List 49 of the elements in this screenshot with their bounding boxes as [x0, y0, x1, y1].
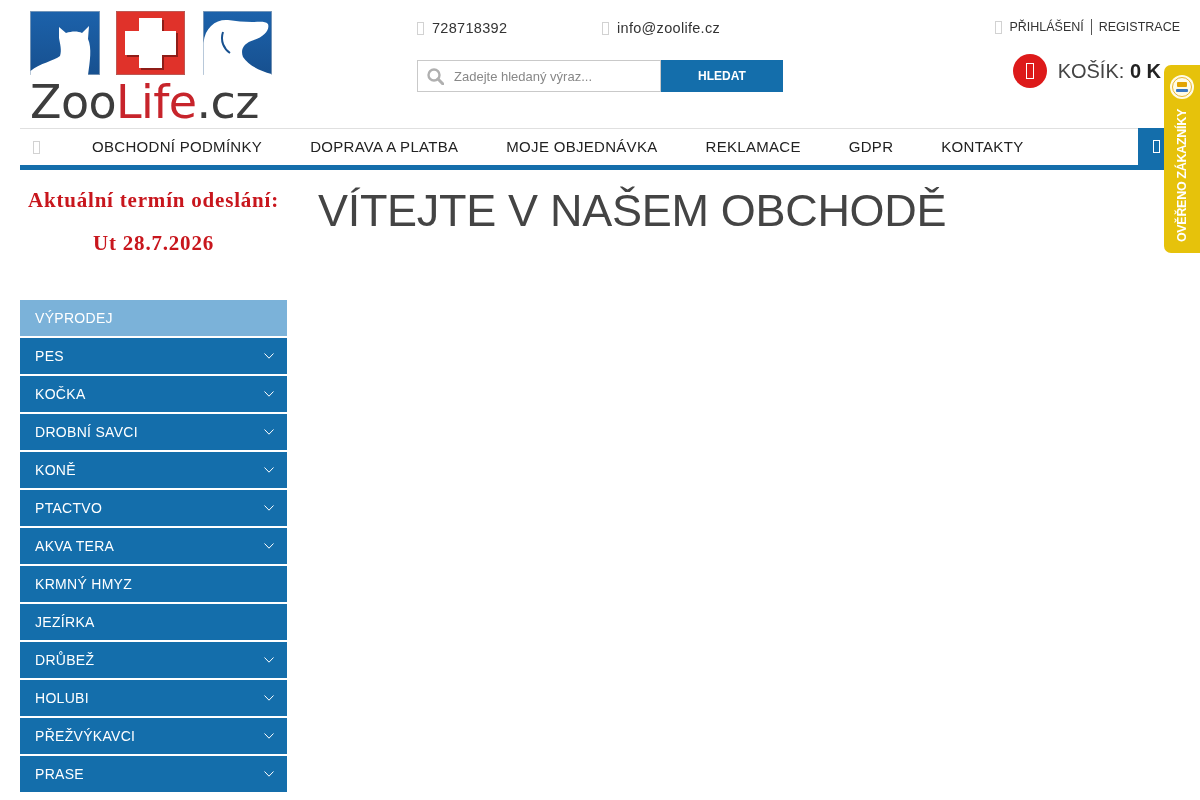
chevron-down-icon: [264, 467, 274, 473]
shipping-date: Ut 28.7.2026: [92, 230, 215, 257]
search-button[interactable]: HLEDAT: [661, 60, 783, 92]
shipping-notice-title: Aktuální termín odeslání:: [27, 187, 280, 214]
chevron-down-icon: [264, 391, 274, 397]
nav-link[interactable]: DOPRAVA A PLATBA: [286, 129, 483, 165]
category-item[interactable]: JEZÍRKA: [20, 604, 287, 640]
category-item[interactable]: DROBNÍ SAVCI: [20, 414, 287, 450]
nav-link[interactable]: REKLAMACE: [681, 129, 825, 165]
missing-glyph-icon: [1153, 140, 1160, 153]
nav-link[interactable]: GDPR: [824, 129, 918, 165]
search-icon: [427, 68, 444, 85]
chevron-down-icon: [264, 505, 274, 511]
badge-text: OVĚŘENO ZÁKAZNÍKY: [1174, 109, 1190, 243]
missing-glyph-icon: [995, 20, 1003, 34]
category-item[interactable]: AKVA TERA: [20, 528, 287, 564]
chevron-down-icon: [264, 695, 274, 701]
seal-icon: [1170, 75, 1194, 99]
missing-glyph-icon: [33, 140, 40, 154]
page-heading: VÍTEJTE V NAŠEM OBCHODĚ: [318, 184, 947, 238]
missing-glyph-icon: [1012, 54, 1047, 88]
category-item[interactable]: PŘEŽVÝKAVCI: [20, 718, 287, 754]
nav-toggle-button[interactable]: [1138, 128, 1164, 170]
nav-link[interactable]: MOJE OBJEDNÁVKA: [482, 129, 682, 165]
missing-glyph-icon: [417, 22, 424, 35]
login-link[interactable]: PŘIHLÁŠENÍ: [1009, 19, 1084, 35]
category-item[interactable]: PES: [20, 338, 287, 374]
missing-glyph-icon: [602, 22, 609, 35]
category-item[interactable]: PTACTVO: [20, 490, 287, 526]
category-item[interactable]: KRMNÝ HMYZ: [20, 566, 287, 602]
chevron-down-icon: [264, 771, 274, 777]
category-item[interactable]: PRASE: [20, 756, 287, 792]
category-item[interactable]: HOLUBI: [20, 680, 287, 716]
nav-link[interactable]: OBCHODNÍ PODMÍNKY: [68, 129, 287, 165]
contact-text: 728718392: [432, 20, 508, 37]
nav-link[interactable]: KONTAKTY: [917, 129, 1048, 165]
chevron-down-icon: [264, 353, 274, 359]
cart-label[interactable]: KOŠÍK: 0 K: [1057, 59, 1161, 83]
register-link[interactable]: REGISTRACE: [1098, 19, 1180, 35]
logo-text[interactable]: ZooLife.cz: [30, 79, 259, 125]
chevron-down-icon: [264, 733, 274, 739]
chevron-down-icon: [264, 657, 274, 663]
search-field[interactable]: Zadejte hledaný výraz...: [417, 60, 661, 92]
chevron-down-icon: [264, 429, 274, 435]
chevron-down-icon: [264, 543, 274, 549]
category-item[interactable]: KOČKA: [20, 376, 287, 412]
category-item[interactable]: KONĚ: [20, 452, 287, 488]
contact-text: info@zoolife.cz: [617, 20, 721, 37]
category-item[interactable]: DRŮBEŽ: [20, 642, 287, 678]
